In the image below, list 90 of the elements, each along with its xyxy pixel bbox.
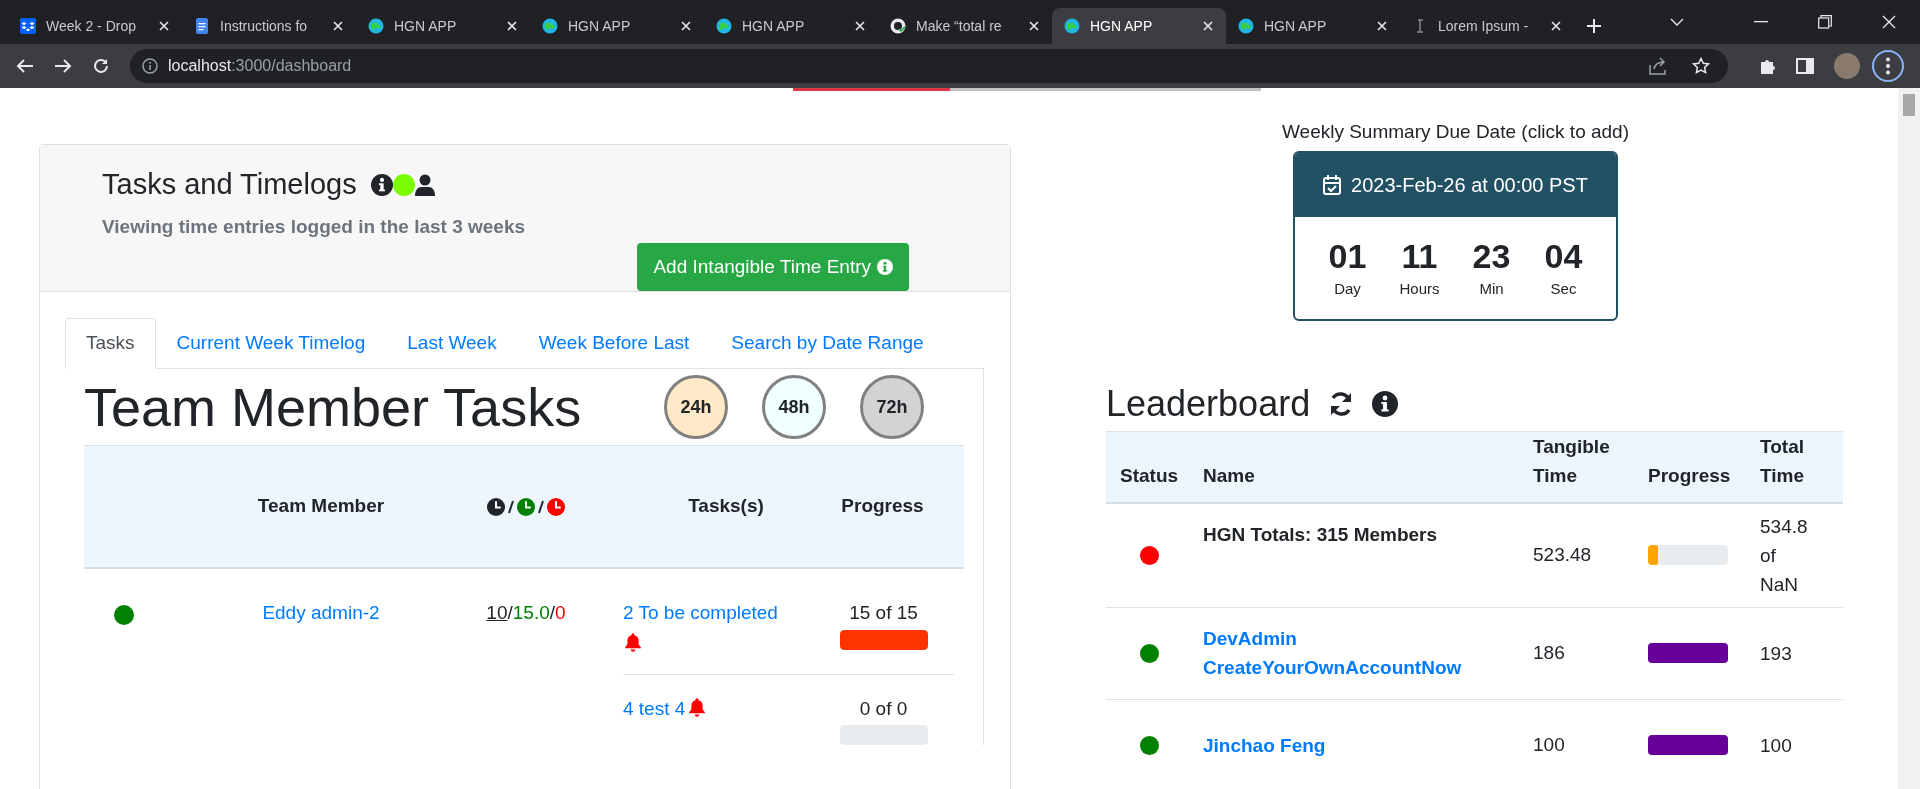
globe-logo-icon [368,18,384,34]
countdown-label: Sec [1550,278,1577,299]
address-bar[interactable]: localhost:3000/dashboard [130,49,1728,83]
section-title: Team Member Tasks [84,380,583,434]
avatar-icon[interactable] [1834,53,1860,79]
due-date-caption[interactable]: Weekly Summary Due Date (click to add) [1281,118,1629,147]
minimize-icon[interactable] [1754,21,1768,23]
calendar-check-icon [1323,174,1342,195]
column-header: Status [1120,463,1180,488]
slash-icon [537,498,545,515]
new-tab-icon[interactable] [1586,18,1602,34]
member-link[interactable]: Jinchao Feng [1203,730,1483,760]
menu-icon[interactable] [1872,50,1904,82]
globe-logo-icon [1238,18,1254,34]
info-icon[interactable] [1372,390,1399,417]
member-link[interactable]: DevAdmin CreateYourOwnAccountNow [1203,624,1483,682]
status-dot-icon [392,173,415,196]
forward-arrow-icon[interactable] [54,58,72,74]
column-header: Progress [1648,463,1732,488]
countdown-value: 11 [1401,236,1438,277]
puzzle-icon[interactable] [1758,57,1776,75]
globe-logo-icon [542,18,558,34]
tangible-time: 523.48 [1533,543,1592,565]
column-header: Total Time [1760,434,1805,488]
countdown-label: Min [1479,278,1504,299]
tangible-time: 186 [1533,641,1565,663]
leaderboard-title: Leaderboard [1106,381,1311,426]
globe-logo-icon [716,18,732,34]
panel-tab[interactable]: Last Week [386,318,518,369]
close-icon[interactable] [1550,20,1562,32]
close-icon[interactable] [158,20,170,32]
total-time: 193 [1760,641,1793,666]
browser-tab[interactable]: HGN APP [1052,8,1226,44]
member-link[interactable]: Eddy admin-2 [262,599,380,628]
progress-text: 15 of 15 [849,601,918,625]
clock-icon [517,497,535,516]
column-header: Tasks(s) [688,494,764,519]
star-icon[interactable] [1692,57,1710,75]
scrollbar-thumb[interactable] [1903,94,1915,116]
close-icon[interactable] [854,20,866,32]
countdown-value: 01 [1328,236,1367,277]
globe-logo-icon [1064,18,1080,34]
back-arrow-icon[interactable] [16,58,34,74]
time-filter-button[interactable]: 24h [664,375,728,439]
close-icon[interactable] [332,20,344,32]
countdown-value: 04 [1544,236,1583,277]
clock-icon [547,497,565,516]
restore-icon[interactable] [1818,15,1832,29]
clock-icon [487,497,505,516]
side-panel-icon[interactable] [1796,58,1814,74]
chevron-down-icon[interactable] [1670,18,1684,26]
share-icon[interactable] [1648,57,1668,75]
tangible-time: 100 [1533,733,1565,755]
info-icon[interactable] [370,173,393,196]
panel-tab[interactable]: Search by Date Range [710,318,945,369]
user-icon[interactable] [414,173,435,196]
close-icon[interactable] [506,20,518,32]
panel-tab[interactable]: Tasks [65,318,156,369]
panel-tab[interactable]: Week Before Last [517,318,711,369]
due-date: 2023-Feb-26 at 00:00 PST [1351,172,1588,198]
info-icon [877,259,893,275]
close-icon[interactable] [1882,15,1896,29]
close-icon[interactable] [680,20,692,32]
info-icon [142,58,158,74]
close-icon[interactable] [1376,20,1388,32]
panel-tab[interactable]: Current Week Timelog [155,318,387,369]
countdown-value: 23 [1472,236,1511,277]
reload-icon[interactable] [92,57,110,75]
box-logo-icon [20,18,36,34]
countdown-label: Hours [1399,278,1440,299]
total-time: 100 [1760,733,1793,758]
column-header: Team Member [257,494,385,519]
slash-icon [507,498,515,515]
hours-summary: 10/15.0/0 [486,601,566,625]
close-icon[interactable] [1028,20,1040,32]
total-time: 534.8 of NaN [1760,514,1809,597]
column-header: Name [1203,463,1256,488]
time-filter-button[interactable]: 72h [860,375,924,439]
countdown-label: Day [1334,278,1361,299]
progress-text: 0 of 0 [859,696,908,721]
document-icon [194,18,210,34]
totals-label: HGN Totals: 315 Members [1203,522,1439,547]
column-header: Tangible Time [1533,434,1611,488]
column-header: Progress [841,494,924,519]
time-filter-button[interactable]: 48h [762,375,826,439]
task-link[interactable]: 2 To be completed [623,602,778,623]
panel-subtitle: Viewing time entries logged in the last 3 weeks [102,214,527,239]
panel-title: Tasks and Timelogs [102,167,357,202]
task-link[interactable]: 4 test 4 [623,697,686,719]
close-icon[interactable] [1202,20,1214,32]
